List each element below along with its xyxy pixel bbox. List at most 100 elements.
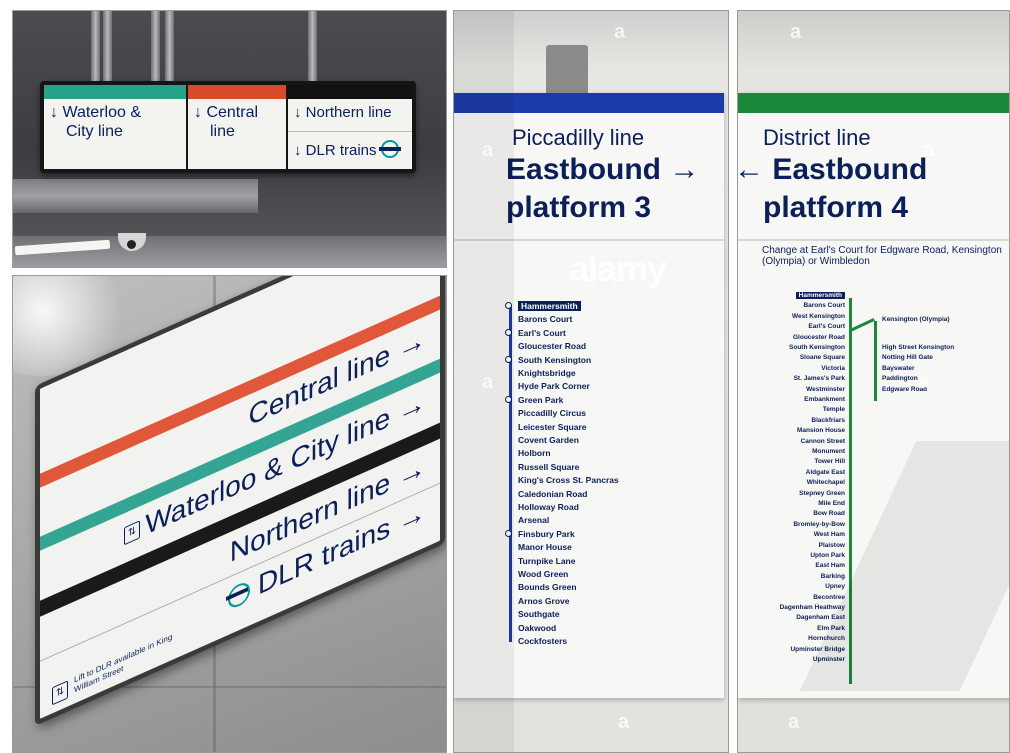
station-name: Bromley-by-Bow: [793, 520, 845, 528]
station-name: Embankment: [804, 396, 845, 403]
wall-sign-photo: Central line → ⇅ Waterloo & City line → …: [12, 275, 447, 753]
station-name: Gloucester Road: [518, 341, 587, 352]
station-name: St. James's Park: [793, 375, 845, 383]
support-rod: [91, 11, 100, 86]
station-name: Oakwood: [518, 622, 557, 633]
station-name: East Ham: [815, 562, 845, 570]
ceiling-beam: [13, 179, 258, 213]
branch-station-name: Bayswater: [882, 364, 915, 372]
station-name: Sloane Square: [799, 354, 845, 362]
station-name: Bounds Green: [518, 582, 577, 593]
direction-label: Eastbound →: [506, 153, 700, 186]
station-name: Hammersmith: [518, 301, 581, 311]
station-name: Manor House: [518, 542, 572, 553]
lift-icon: ⇅: [124, 520, 140, 546]
station-name: Westminster: [806, 385, 845, 393]
lift-note: Lift to DLR available in King William St…: [74, 631, 173, 695]
platform-label: platform 4: [763, 191, 909, 224]
support-rod: [308, 11, 317, 86]
station-name: Gloucester Road: [792, 333, 845, 341]
watermark-text: alamy: [569, 248, 667, 289]
change-note: Change at Earl's Court for Edgware Road,…: [762, 245, 1002, 267]
station-name: Arnos Grove: [518, 595, 570, 606]
segment-text-dlr: ↓ DLR trains: [294, 140, 401, 159]
sign-segment-waterloo: ↓ Waterloo & City line: [44, 85, 186, 169]
station-name: Whitechapel: [806, 479, 845, 487]
watermark-letter: a: [923, 139, 935, 161]
sign-segment-northern: ↓ Northern line ↓ DLR trains: [288, 85, 412, 169]
station-name: Becontree: [813, 593, 845, 601]
line-name: Piccadilly line: [512, 125, 645, 150]
station-name: Turnpike Lane: [518, 555, 576, 566]
station-name: Piccadilly Circus: [518, 408, 587, 419]
station-name: Dagenham East: [796, 614, 845, 622]
dlr-roundel-icon: [227, 579, 250, 612]
station-name: Green Park: [518, 394, 564, 405]
watermark-letter: a: [482, 371, 494, 393]
station-name: South Kensington: [789, 344, 845, 351]
station-name: Temple: [822, 406, 845, 414]
station-name: Mansion House: [796, 427, 845, 435]
station-name: Cannon Street: [800, 437, 845, 445]
station-name: Monument: [812, 448, 845, 455]
station-name: King's Cross St. Pancras: [518, 475, 619, 486]
direction-label: ← Eastbound: [737, 153, 928, 186]
station-name: Wood Green: [518, 569, 569, 579]
platform-label: platform 3: [506, 191, 652, 224]
ceiling: [13, 236, 446, 267]
station-name: Leicester Square: [518, 421, 587, 432]
watermark-letter: a: [790, 21, 802, 43]
station-name: Dagenham Heathway: [779, 604, 845, 611]
piccadilly-platform-sign-photo: Piccadilly line Eastbound → platform 3 a…: [453, 10, 729, 753]
branch-station-name: Notting Hill Gate: [882, 354, 933, 362]
branch-station-name: High Street Kensington: [882, 344, 955, 351]
segment-text: ↓ Central line: [194, 104, 259, 140]
segment-text: ↓ Northern line: [294, 104, 392, 121]
station-name: Caledonian Road: [518, 488, 588, 499]
station-name: Mile End: [818, 500, 845, 507]
station-name: Plaistow: [818, 541, 845, 549]
station-name: Victoria: [821, 364, 845, 372]
station-name: Covent Garden: [518, 435, 579, 445]
segment-text: ↓ Waterloo & City line: [50, 104, 141, 140]
support-rod: [165, 11, 174, 86]
station-name: West Ham: [813, 531, 845, 539]
station-name: Upton Park: [810, 552, 845, 559]
station-name: Barons Court: [803, 302, 845, 310]
watermark-letter: a: [618, 711, 630, 733]
station-name: Arsenal: [518, 515, 550, 526]
line-color-bar: [288, 85, 412, 99]
station-name: Hammersmith: [738, 292, 845, 299]
station-name: Aldgate East: [805, 468, 845, 476]
station-name: Southgate: [518, 609, 560, 620]
support-rod: [151, 11, 160, 86]
watermark-letter: a: [482, 139, 494, 161]
watermark-letter: a: [788, 711, 800, 733]
station-name: Barking: [820, 572, 845, 580]
station-name: West Kensington: [792, 312, 845, 320]
station-name: Barons Court: [518, 314, 573, 325]
sign-bracket: [546, 45, 588, 97]
watermark-letter: a: [614, 21, 626, 43]
station-name: South Kensington: [518, 354, 592, 365]
lift-icon: ⇅: [52, 680, 68, 706]
line-color-band: [738, 93, 1009, 113]
district-platform-sign-photo: District line ← Eastbound platform 4 Cha…: [737, 10, 1010, 753]
station-name: Earl's Court: [808, 323, 845, 331]
overhead-direction-sign: ↓ Waterloo & City line ↓ Central line ↓ No…: [40, 81, 416, 173]
branch-station-name: Kensington (Olympia): [882, 316, 950, 323]
line-color-bar: [44, 85, 186, 99]
station-name: Holborn: [518, 448, 551, 459]
station-name: Russell Square: [518, 461, 580, 472]
branch-line: [874, 321, 877, 401]
station-name: Holloway Road: [518, 502, 579, 512]
watermark-letter: a: [918, 371, 930, 393]
station-name: Earl's Court: [518, 327, 566, 338]
support-rod: [103, 11, 112, 86]
overhead-sign-photo: ↓ Waterloo & City line ↓ Central line ↓ No…: [12, 10, 447, 268]
sign-segment-central: ↓ Central line: [188, 85, 286, 169]
station-name: Cockfosters: [518, 636, 568, 646]
station-name: Knightsbridge: [518, 368, 576, 378]
line-name: District line: [763, 125, 871, 150]
station-name: Upney: [825, 583, 845, 591]
